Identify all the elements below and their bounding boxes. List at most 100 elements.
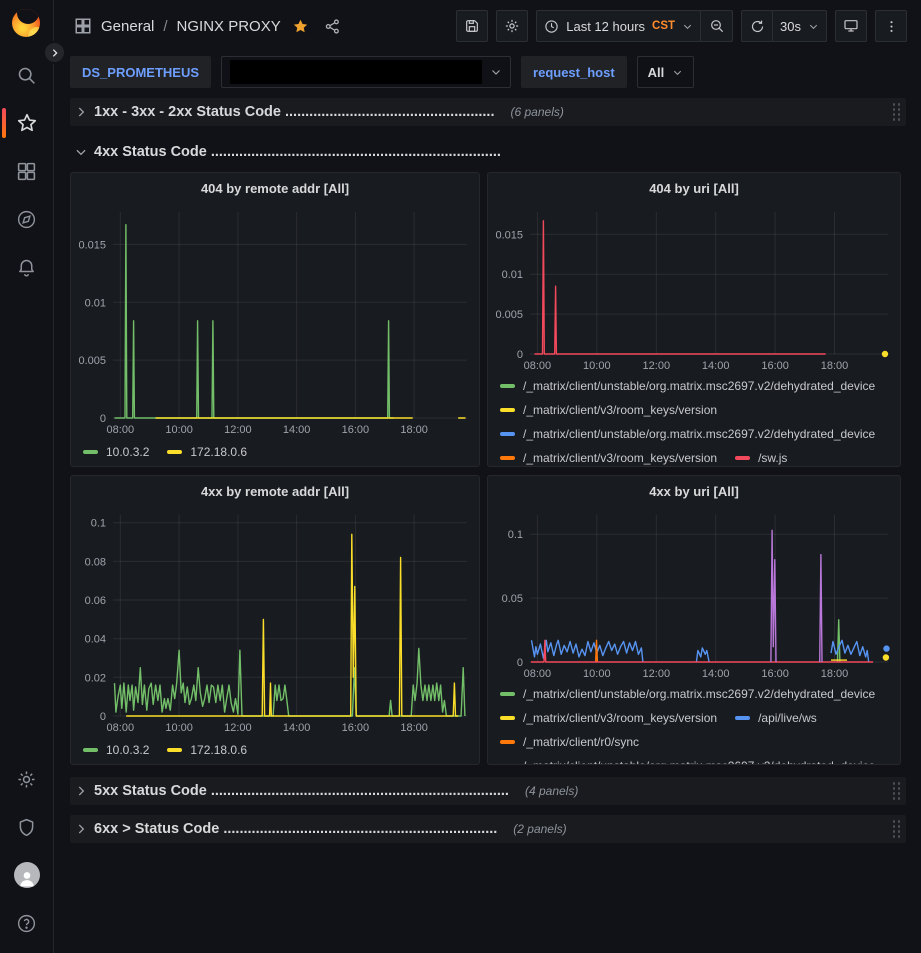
svg-text:0.04: 0.04 [85, 634, 106, 646]
panel-title[interactable]: 404 by uri [All] [488, 173, 900, 204]
chart-legend: 10.0.3.2 172.18.0.6 [71, 438, 479, 466]
legend-series-label: /api/live/ws [758, 711, 817, 725]
svg-text:0: 0 [517, 349, 523, 361]
clock-icon [544, 19, 559, 34]
monitor-icon [843, 18, 859, 34]
svg-text:16:00: 16:00 [761, 360, 789, 372]
chevron-down-icon [808, 21, 819, 32]
svg-text:0.005: 0.005 [495, 309, 523, 321]
panel-grid: 404 by remote addr [All] 08:0010:0012:00… [70, 172, 906, 765]
time-range-picker[interactable]: Last 12 hours CST [536, 10, 701, 42]
apps-grid-icon [74, 17, 92, 35]
legend-item[interactable]: /_matrix/client/unstable/org.matrix.msc2… [500, 682, 875, 706]
row-panel-count: (4 panels) [525, 784, 578, 798]
legend-item[interactable]: /_matrix/client/unstable/org.matrix.msc2… [500, 422, 875, 446]
panel-title[interactable]: 4xx by remote addr [All] [71, 476, 479, 507]
svg-text:10:00: 10:00 [165, 722, 193, 734]
legend-item[interactable]: /_matrix/client/r0/sync [500, 730, 639, 754]
legend-series-label: /_matrix/client/unstable/org.matrix.msc2… [523, 759, 875, 764]
sidebar-item-starred[interactable] [0, 99, 54, 147]
panel-title[interactable]: 404 by remote addr [All] [71, 173, 479, 204]
dashboard-title[interactable]: NGINX PROXY [177, 18, 281, 35]
svg-text:12:00: 12:00 [224, 424, 252, 436]
grafana-logo[interactable] [12, 9, 42, 39]
dashboard-settings-button[interactable] [496, 10, 528, 42]
panel-title[interactable]: 4xx by uri [All] [488, 476, 900, 507]
svg-text:12:00: 12:00 [643, 668, 671, 680]
legend-series-marker [500, 432, 515, 436]
svg-text:0.015: 0.015 [495, 229, 523, 241]
timeseries-chart[interactable]: 08:0010:0012:0014:0016:0018:0000.050.1 [488, 507, 900, 682]
user-icon [17, 868, 37, 888]
toolbar-actions: Last 12 hours CST 30s [456, 10, 907, 42]
sidebar [0, 0, 54, 953]
legend-series-marker [500, 740, 515, 744]
legend-series-marker [500, 692, 515, 696]
legend-item[interactable]: /api/live/ws [735, 706, 817, 730]
legend-item[interactable]: /_matrix/client/unstable/org.matrix.msc2… [500, 754, 875, 764]
chevron-right-icon [74, 822, 88, 836]
row-drag-handle[interactable] [893, 103, 901, 121]
more-options-button[interactable] [875, 10, 907, 42]
legend-item[interactable]: 10.0.3.2 [83, 743, 149, 757]
sidebar-item-alerting[interactable] [0, 243, 54, 291]
row-panel-count: (6 panels) [511, 105, 564, 119]
chart-legend: 10.0.3.2 172.18.0.6 [71, 736, 479, 764]
chart-legend: /_matrix/client/unstable/org.matrix.msc2… [488, 682, 900, 764]
chevron-right-icon [50, 48, 60, 58]
favorite-star-icon[interactable] [292, 18, 309, 35]
svg-text:10:00: 10:00 [165, 424, 193, 436]
legend-series-label: 172.18.0.6 [190, 445, 247, 459]
variable-host-picker[interactable]: All [637, 56, 695, 88]
svg-text:0.08: 0.08 [85, 556, 106, 568]
sidebar-expand-button[interactable] [43, 41, 66, 64]
legend-item[interactable]: 10.0.3.2 [83, 445, 149, 459]
refresh-button[interactable] [741, 10, 773, 42]
timeseries-chart[interactable]: 08:0010:0012:0014:0016:0018:0000.0050.01… [71, 204, 479, 438]
legend-item[interactable]: /_matrix/client/v3/room_keys/version [500, 446, 717, 466]
breadcrumb-general[interactable]: General [101, 18, 154, 35]
sidebar-item-dashboards[interactable] [0, 147, 54, 195]
share-icon[interactable] [324, 18, 341, 35]
variables-row: DS_PROMETHEUS request_host All [54, 52, 921, 92]
sidebar-item-profile[interactable] [0, 851, 54, 899]
panel-404-by-uri: 404 by uri [All] 08:0010:0012:0014:0016:… [487, 172, 901, 467]
svg-text:18:00: 18:00 [821, 668, 849, 680]
svg-text:12:00: 12:00 [224, 722, 252, 734]
legend-item[interactable]: /_matrix/client/v3/room_keys/version [500, 706, 717, 730]
svg-text:0.01: 0.01 [502, 269, 523, 281]
sidebar-item-configuration[interactable] [0, 755, 54, 803]
variable-ds-picker[interactable] [221, 56, 511, 88]
timeseries-chart[interactable]: 08:0010:0012:0014:0016:0018:0000.020.040… [71, 507, 479, 736]
svg-text:16:00: 16:00 [342, 424, 370, 436]
sidebar-item-help[interactable] [0, 899, 54, 947]
chevron-down-icon [74, 145, 88, 159]
row-drag-handle[interactable] [893, 782, 901, 800]
save-dashboard-button[interactable] [456, 10, 488, 42]
refresh-interval-picker[interactable]: 30s [773, 10, 827, 42]
alerting-bell-icon [16, 257, 37, 278]
row-5xx[interactable]: 5xx Status Code ........................… [70, 777, 906, 805]
sidebar-item-explore[interactable] [0, 195, 54, 243]
legend-series-label: 10.0.3.2 [106, 445, 149, 459]
row-1xx-3xx-2xx[interactable]: 1xx - 3xx - 2xx Status Code ............… [70, 98, 906, 126]
legend-series-marker [83, 450, 98, 454]
legend-item[interactable]: 172.18.0.6 [167, 445, 247, 459]
tv-mode-button[interactable] [835, 10, 867, 42]
legend-item[interactable]: /_matrix/client/v3/room_keys/version [500, 398, 717, 422]
row-6xx[interactable]: 6xx > Status Code ......................… [70, 815, 906, 843]
sidebar-item-server-admin[interactable] [0, 803, 54, 851]
breadcrumb-separator: / [163, 18, 167, 35]
timeseries-chart[interactable]: 08:0010:0012:0014:0016:0018:0000.0050.01… [488, 204, 900, 374]
legend-item[interactable]: /_matrix/client/unstable/org.matrix.msc2… [500, 374, 875, 398]
svg-text:0.05: 0.05 [502, 593, 523, 605]
legend-item[interactable]: 172.18.0.6 [167, 743, 247, 757]
row-4xx[interactable]: 4xx Status Code ........................… [70, 138, 906, 166]
svg-text:0.01: 0.01 [85, 297, 106, 309]
svg-text:16:00: 16:00 [761, 668, 789, 680]
zoom-out-time-button[interactable] [701, 10, 733, 42]
legend-item[interactable]: /sw.js [735, 446, 787, 466]
svg-text:14:00: 14:00 [702, 360, 730, 372]
svg-text:14:00: 14:00 [283, 424, 311, 436]
row-drag-handle[interactable] [893, 820, 901, 838]
